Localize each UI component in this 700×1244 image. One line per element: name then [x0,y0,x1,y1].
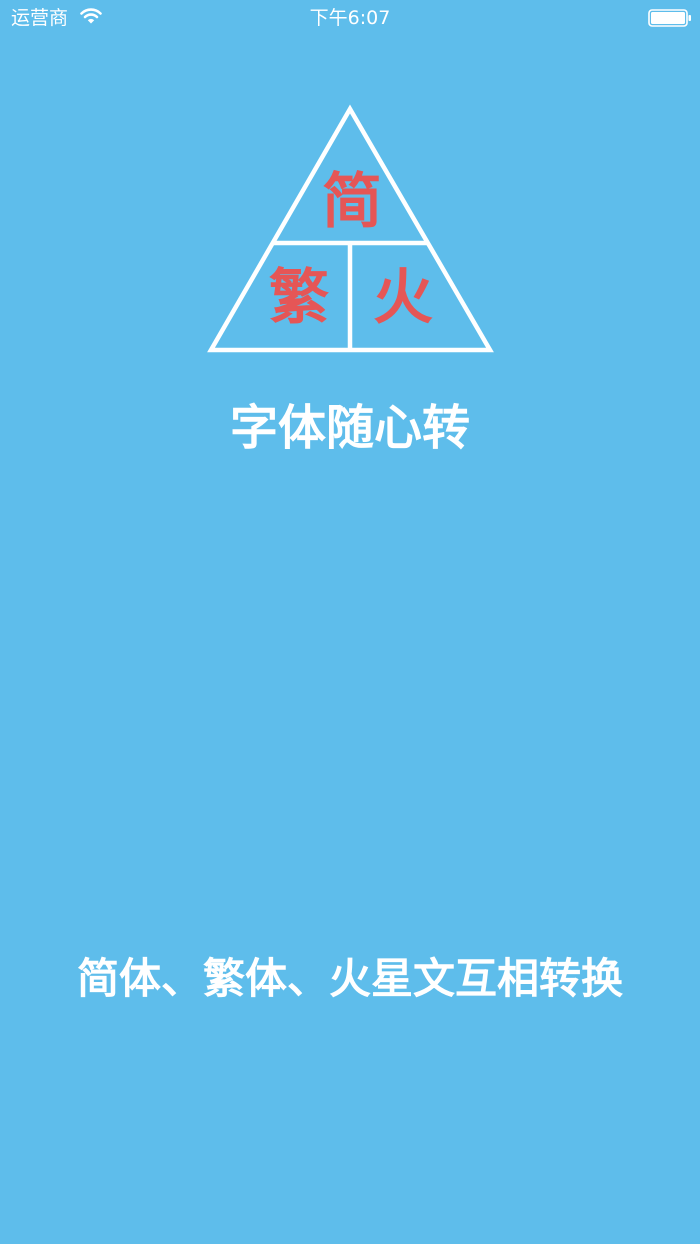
battery-icon [648,9,692,31]
status-time: 下午6:07 [309,7,391,29]
logo-char-simplified: 简 [322,167,382,237]
status-bar: 运营商 下午6:07 [0,0,700,36]
app-title: 字体随心转 [229,400,470,456]
app-logo: 简 繁 火 [206,102,496,357]
tagline: 简体、繁体、火星文互相转换 [76,954,623,1003]
logo-char-traditional: 繁 [269,263,329,333]
logo-char-martian: 火 [373,263,433,333]
